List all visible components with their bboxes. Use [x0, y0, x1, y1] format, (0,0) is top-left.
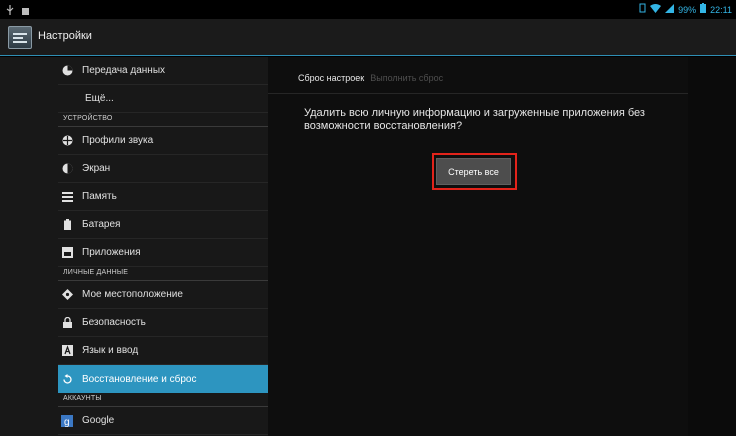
section-header-accounts: АККАУНТЫ — [58, 393, 268, 407]
backup-icon — [61, 373, 73, 385]
sidebar-item-more[interactable]: Ещё... — [58, 85, 268, 113]
display-icon — [61, 163, 73, 175]
sidebar-item-google[interactable]: g Google — [58, 407, 268, 435]
battery-icon — [700, 3, 707, 16]
sidebar-item-storage[interactable]: Память — [58, 183, 268, 211]
location-icon — [61, 289, 73, 301]
sidebar-item-data-usage[interactable]: Передача данных — [58, 57, 268, 85]
clock: 22:11 — [710, 4, 732, 15]
breadcrumb-next: Выполнить сброс — [370, 73, 444, 83]
sidebar-item-sound[interactable]: Профили звука — [58, 127, 268, 155]
erase-all-button[interactable]: Стереть все — [436, 158, 511, 185]
lock-icon — [61, 317, 73, 329]
settings-app-icon[interactable] — [8, 26, 32, 49]
storage-icon — [61, 191, 73, 203]
content-pane: Сброс настроек Выполнить сброс Удалить в… — [268, 57, 736, 436]
breadcrumb-divider — [268, 93, 688, 94]
right-edge-strip — [688, 57, 736, 436]
keyboard-icon — [61, 345, 73, 357]
section-header-device: УСТРОЙСТВО — [58, 113, 268, 127]
section-header-personal: ЛИЧНЫЕ ДАННЫЕ — [58, 267, 268, 281]
wifi-icon — [650, 3, 662, 16]
signal-icon — [665, 3, 675, 16]
action-bar: Настройки — [0, 19, 736, 56]
sidebar-item-security[interactable]: Безопасность — [58, 309, 268, 337]
sidebar-item-apps[interactable]: Приложения — [58, 239, 268, 267]
battery-icon — [61, 219, 73, 231]
svg-text:g: g — [64, 417, 70, 427]
sidebar-item-display[interactable]: Экран — [58, 155, 268, 183]
page-title: Настройки — [38, 30, 92, 42]
sidebar-item-location[interactable]: Мое местоположение — [58, 281, 268, 309]
settings-sidebar: Передача данных Ещё... УСТРОЙСТВО Профил… — [0, 57, 268, 436]
google-icon: g — [61, 414, 73, 427]
sidebar-item-battery[interactable]: Батарея — [58, 211, 268, 239]
reset-warning-text: Удалить всю личную информацию и загружен… — [304, 107, 645, 132]
breadcrumb-current: Сброс настроек — [298, 73, 365, 83]
sidebar-item-backup-reset[interactable]: Восстановление и сброс — [58, 365, 268, 393]
data-usage-icon — [61, 65, 73, 77]
breadcrumb: Сброс настроек Выполнить сброс — [298, 73, 443, 83]
vibrate-icon — [639, 3, 646, 16]
apps-icon — [61, 247, 73, 259]
sound-icon — [61, 135, 73, 147]
battery-percent: 99% — [678, 4, 697, 15]
status-bar: 99% 22:11 — [0, 0, 736, 19]
sidebar-item-language[interactable]: Язык и ввод — [58, 337, 268, 365]
